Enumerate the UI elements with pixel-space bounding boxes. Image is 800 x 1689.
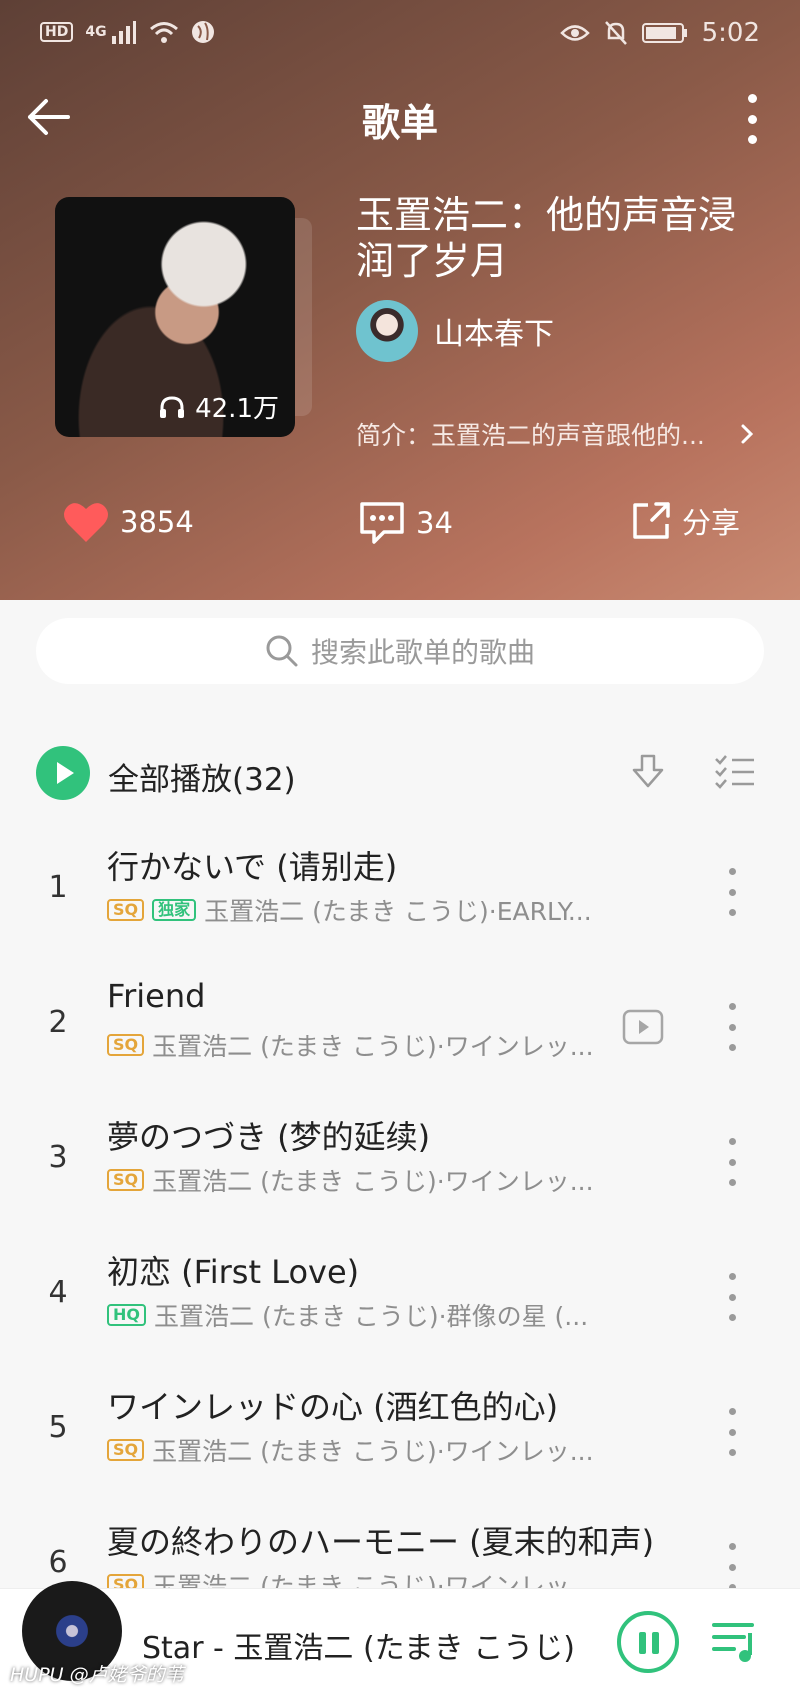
search-placeholder: 搜索此歌单的歌曲	[310, 636, 535, 669]
playlist-author[interactable]: 山本春下	[356, 300, 554, 362]
song-number: 1	[48, 870, 68, 905]
song-artist-album: 玉置浩二 (たまき こうじ)·ワインレッ...	[152, 1032, 594, 1061]
network-type: 4G	[85, 24, 107, 40]
checklist-icon	[715, 755, 754, 789]
song-title: 夏の終わりのハーモニー (夏末的和声)	[107, 1523, 655, 1561]
video-play-icon	[622, 1009, 664, 1045]
watermark: HUPU @卢姥爷的苇	[10, 1664, 184, 1686]
quality-badge: SQ	[107, 1034, 145, 1056]
battery-icon	[641, 23, 687, 43]
song-meta: HQ 玉置浩二 (たまき こうじ)·群像の星 (...	[107, 1297, 588, 1333]
song-meta: SQ 玉置浩二 (たまき こうじ)·ワインレッ...	[107, 1162, 594, 1198]
pause-button[interactable]	[617, 1611, 679, 1673]
download-icon	[632, 754, 664, 788]
author-avatar[interactable]	[356, 300, 418, 362]
song-search-input[interactable]: 搜索此歌单的歌曲	[36, 618, 764, 684]
like-button[interactable]: 3854	[62, 500, 194, 544]
page-title: 歌单	[361, 101, 438, 145]
quality-badge: SQ	[107, 899, 145, 921]
song-artist-album: 玉置浩二 (たまき こうじ)·群像の星 (...	[154, 1302, 589, 1331]
song-meta: SQ 独家 玉置浩二 (たまき こうじ)·EARLY...	[107, 892, 592, 928]
song-row[interactable]: 2 Friend SQ 玉置浩二 (たまき こうじ)·ワインレッ...	[0, 963, 800, 1098]
song-more-button[interactable]	[728, 1003, 736, 1051]
song-row[interactable]: 3 夢のつづき (梦的延续) SQ 玉置浩二 (たまき こうじ)·ワインレッ..…	[0, 1098, 800, 1233]
song-title: 夢のつづき (梦的延续)	[107, 1118, 431, 1156]
song-list: 1 行かないで (请别走) SQ 独家 玉置浩二 (たまき こうじ)·EARLY…	[0, 828, 800, 1638]
song-title: 初恋 (First Love)	[107, 1253, 360, 1291]
hd-badge: HD	[40, 22, 74, 42]
song-title: ワインレッドの心 (酒红色的心)	[107, 1388, 559, 1426]
song-row[interactable]: 4 初恋 (First Love) HQ 玉置浩二 (たまき こうじ)·群像の星…	[0, 1233, 800, 1368]
action-bar: 3854 34 分享	[0, 500, 800, 560]
play-count: 42.1万	[159, 388, 279, 425]
signal-icon	[111, 21, 136, 44]
song-artist-album: 玉置浩二 (たまき こうじ)·ワインレッ...	[152, 1437, 594, 1466]
song-number: 5	[48, 1410, 68, 1445]
chevron-right-icon	[741, 424, 754, 444]
comment-count: 34	[416, 506, 453, 540]
song-row[interactable]: 1 行かないで (请别走) SQ 独家 玉置浩二 (たまき こうじ)·EARLY…	[0, 828, 800, 963]
author-name[interactable]: 山本春下	[434, 309, 554, 353]
status-bar: HD 4G 5:02	[40, 14, 760, 54]
playlist-title: 玉置浩二：他的声音浸润了岁月	[356, 193, 737, 283]
comment-button[interactable]: 34	[358, 500, 453, 546]
wifi-icon	[149, 22, 178, 43]
playlist-queue-button[interactable]	[712, 1617, 760, 1669]
playlist-intro[interactable]: 简介：玉置浩二的声音跟他的...	[356, 416, 756, 452]
quality-badge: HQ	[107, 1304, 146, 1326]
share-button[interactable]: 分享	[630, 500, 740, 542]
play-all-button[interactable]	[36, 746, 90, 800]
song-number: 6	[48, 1545, 68, 1580]
song-more-button[interactable]	[728, 1408, 736, 1456]
top-bar: 歌单	[0, 80, 800, 160]
song-artist-album: 玉置浩二 (たまき こうじ)·ワインレッ...	[152, 1167, 594, 1196]
song-number: 2	[48, 1005, 68, 1040]
song-more-button[interactable]	[728, 868, 736, 916]
share-label: 分享	[682, 506, 741, 540]
quality-badge: SQ	[107, 1439, 145, 1461]
song-more-button[interactable]	[728, 1543, 736, 1591]
song-title: 行かないで (请别走)	[107, 848, 398, 886]
mute-bell-icon	[604, 21, 627, 45]
heart-icon	[64, 503, 108, 542]
queue-icon	[712, 1623, 754, 1662]
exclusive-badge: 独家	[152, 899, 197, 921]
song-number: 4	[48, 1275, 68, 1310]
song-artist-album: 玉置浩二 (たまき こうじ)·EARLY...	[204, 897, 592, 926]
comment-icon	[360, 502, 404, 544]
playlist-cover[interactable]: 42.1万	[55, 197, 295, 437]
eye-icon	[559, 25, 590, 41]
quality-badge: SQ	[107, 1169, 145, 1191]
play-all-row: 全部播放(32)	[36, 746, 764, 802]
mv-button[interactable]	[622, 1009, 664, 1049]
multi-select-button[interactable]	[714, 754, 756, 794]
song-title: Friend	[107, 977, 206, 1015]
intro-text: 简介：玉置浩二的声音跟他的...	[356, 421, 705, 450]
now-playing-text[interactable]: Star - 玉置浩二 (たまき こうじ)	[142, 1623, 575, 1667]
play-all-label[interactable]: 全部播放(32)	[108, 754, 296, 799]
playlist-header: HD 4G 5:02 歌单 42.1万 玉置浩二：他的声音浸润了岁月 山本春下	[0, 0, 800, 600]
search-icon	[266, 635, 298, 667]
like-count: 3854	[120, 505, 194, 539]
status-time: 5:02	[701, 18, 760, 48]
song-meta: SQ 玉置浩二 (たまき こうじ)·ワインレッ...	[107, 1027, 594, 1063]
song-number: 3	[48, 1140, 68, 1175]
song-more-button[interactable]	[728, 1273, 736, 1321]
share-icon	[633, 502, 670, 539]
song-row[interactable]: 5 ワインレッドの心 (酒红色的心) SQ 玉置浩二 (たまき こうじ)·ワイン…	[0, 1368, 800, 1503]
more-button[interactable]	[744, 94, 760, 144]
song-meta: SQ 玉置浩二 (たまき こうじ)·ワインレッ...	[107, 1432, 594, 1468]
play-count-value: 42.1万	[195, 394, 279, 424]
song-more-button[interactable]	[728, 1138, 736, 1186]
download-button[interactable]	[628, 752, 668, 796]
globe-icon	[191, 21, 214, 43]
headphones-icon	[160, 395, 185, 418]
play-icon	[57, 762, 74, 784]
